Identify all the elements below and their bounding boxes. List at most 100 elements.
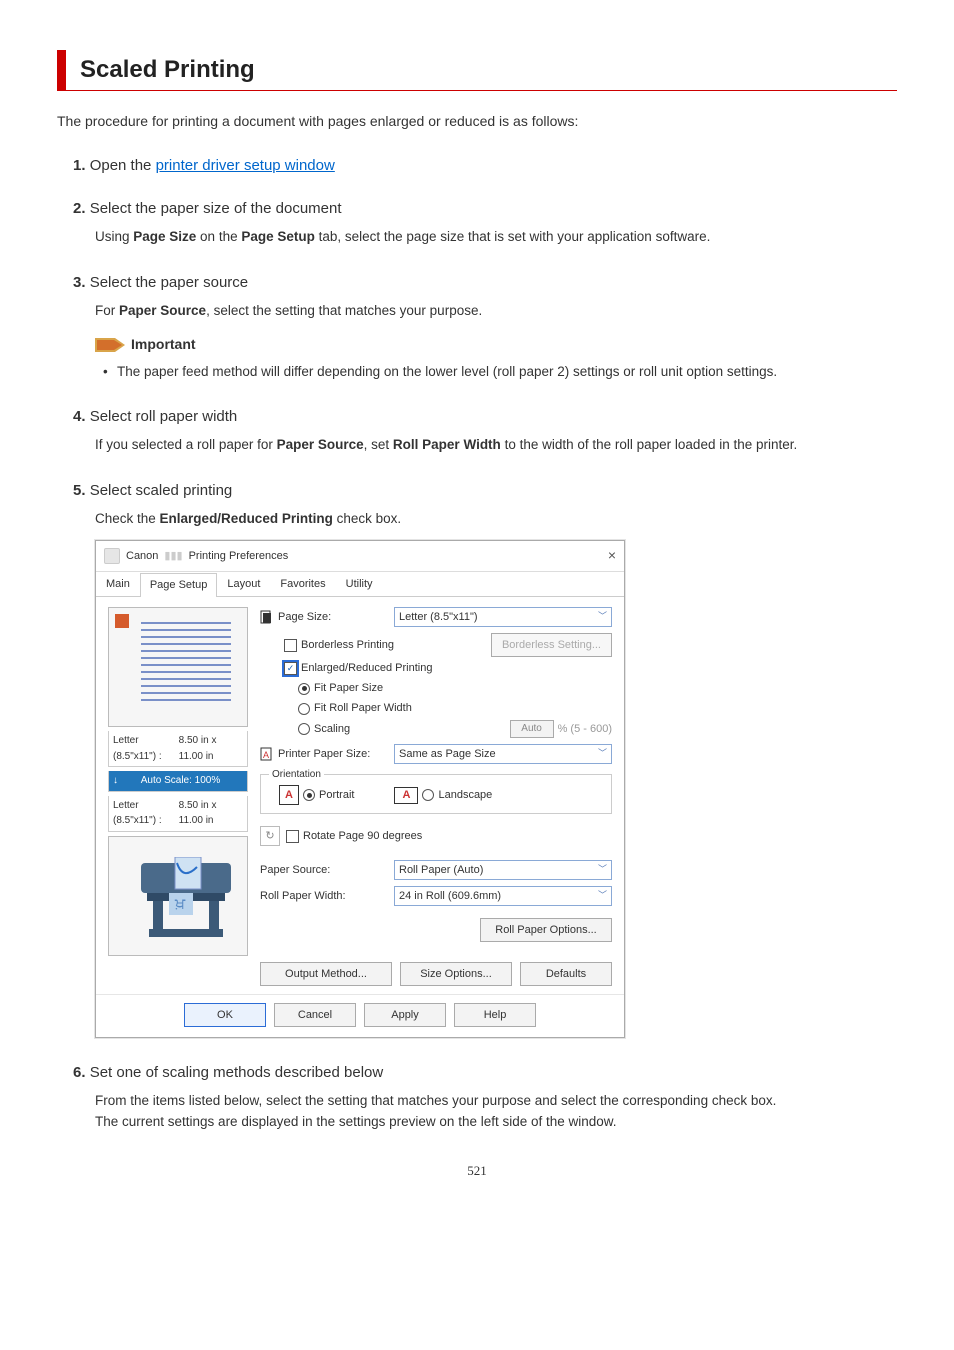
tab-layout[interactable]: Layout bbox=[217, 572, 270, 596]
rotate-90-checkbox[interactable]: Rotate Page 90 degrees bbox=[286, 828, 422, 845]
step-2-body-a: Using bbox=[95, 229, 133, 244]
scaling-radio[interactable]: Scaling Auto % (5 - 600) bbox=[298, 720, 612, 738]
borderless-setting-button: Borderless Setting... bbox=[491, 633, 612, 657]
portrait-radio[interactable]: A Portrait bbox=[279, 785, 354, 805]
important-icon bbox=[95, 337, 125, 352]
page-size-icon bbox=[260, 610, 274, 624]
important-item: The paper feed method will differ depend… bbox=[117, 362, 897, 383]
size-options-button[interactable]: Size Options... bbox=[400, 962, 512, 986]
step-1-num: 1. bbox=[73, 157, 86, 174]
dialog-action-buttons: OK Cancel Apply Help bbox=[96, 994, 624, 1037]
page-number: 521 bbox=[57, 1163, 897, 1179]
fit-roll-width-radio[interactable]: Fit Roll Paper Width bbox=[298, 700, 612, 717]
printer-paper-size-value: Same as Page Size bbox=[399, 746, 496, 763]
step-1: 1. Open the printer driver setup window bbox=[73, 157, 897, 174]
step-5-body-a: Check the bbox=[95, 511, 160, 526]
auto-scale-strip: ↓ Auto Scale: 100% bbox=[108, 771, 248, 792]
printer-paper-size-label: Printer Paper Size: bbox=[278, 746, 370, 763]
rotate-icon: ↻ bbox=[260, 826, 280, 846]
preview-paper1-name: Letter (8.5"x11") : bbox=[113, 733, 179, 764]
orientation-group: Orientation A Portrait A bbox=[260, 774, 612, 814]
chevron-down-icon: ﹀ bbox=[598, 889, 607, 903]
important-label: Important bbox=[131, 334, 196, 356]
page-title: Scaled Printing bbox=[80, 56, 897, 84]
dialog-title: Printing Preferences bbox=[189, 548, 289, 565]
step-3-num: 3. bbox=[73, 274, 86, 291]
step-4: 4. Select roll paper width If you select… bbox=[73, 408, 897, 456]
step-5-body-b: check box. bbox=[333, 511, 401, 526]
step-1-lead: Open the bbox=[90, 157, 156, 174]
step-4-b2: Roll Paper Width bbox=[393, 437, 501, 452]
paper-source-label: Paper Source: bbox=[260, 862, 330, 879]
step-2-body-c: tab, select the page size that is set wi… bbox=[315, 229, 710, 244]
step-6-body-a: From the items listed below, select the … bbox=[95, 1091, 897, 1112]
dialog-brand: Canon bbox=[126, 548, 158, 565]
important-box: Important The paper feed method will dif… bbox=[95, 334, 897, 383]
app-icon bbox=[104, 548, 120, 564]
close-icon[interactable]: × bbox=[608, 545, 616, 567]
intro-text: The procedure for printing a document wi… bbox=[57, 113, 897, 129]
landscape-label: Landscape bbox=[438, 787, 492, 804]
page-size-value: Letter (8.5"x11") bbox=[399, 609, 478, 626]
step-4-num: 4. bbox=[73, 408, 86, 425]
fit-paper-label: Fit Paper Size bbox=[314, 680, 383, 697]
help-button[interactable]: Help bbox=[454, 1003, 536, 1027]
preview-paper2-name: Letter (8.5"x11") : bbox=[113, 798, 179, 829]
step-6: 6. Set one of scaling methods described … bbox=[73, 1064, 897, 1133]
printer-icon: ਖ਼ bbox=[135, 857, 241, 943]
tab-utility[interactable]: Utility bbox=[336, 572, 383, 596]
step-5-b1: Enlarged/Reduced Printing bbox=[160, 511, 333, 526]
preview-column: Letter (8.5"x11") : 8.50 in x 11.00 in ↓… bbox=[108, 607, 248, 986]
paper-source-select[interactable]: Roll Paper (Auto) ﹀ bbox=[394, 860, 612, 880]
step-5-num: 5. bbox=[73, 482, 86, 499]
step-2-b1: Page Size bbox=[133, 229, 196, 244]
tab-favorites[interactable]: Favorites bbox=[270, 572, 335, 596]
page-size-select[interactable]: Letter (8.5"x11") ﹀ bbox=[394, 607, 612, 627]
printer-driver-link[interactable]: printer driver setup window bbox=[156, 157, 335, 174]
step-5-head: Select scaled printing bbox=[90, 482, 233, 499]
scaling-label: Scaling bbox=[314, 721, 350, 738]
scaling-spinner: Auto bbox=[510, 720, 554, 738]
page-preview bbox=[108, 607, 248, 727]
chevron-down-icon: ﹀ bbox=[598, 863, 607, 877]
fit-paper-size-radio[interactable]: Fit Paper Size bbox=[298, 680, 612, 697]
landscape-icon: A bbox=[394, 787, 418, 804]
tab-main[interactable]: Main bbox=[96, 572, 140, 596]
borderless-checkbox[interactable]: Borderless Printing bbox=[284, 637, 394, 654]
dialog-tabs: Main Page Setup Layout Favorites Utility bbox=[96, 572, 624, 597]
step-6-body-b: The current settings are displayed in th… bbox=[95, 1112, 897, 1133]
step-2-head: Select the paper size of the document bbox=[90, 200, 342, 217]
step-4-body-b: , set bbox=[364, 437, 393, 452]
printer-paper-size-select[interactable]: Same as Page Size ﹀ bbox=[394, 744, 612, 764]
tab-page-setup[interactable]: Page Setup bbox=[140, 573, 218, 597]
defaults-button[interactable]: Defaults bbox=[520, 962, 612, 986]
portrait-icon: A bbox=[279, 785, 299, 805]
preview-paper1-dim: 8.50 in x 11.00 in bbox=[179, 733, 243, 764]
borderless-label: Borderless Printing bbox=[301, 637, 394, 654]
chevron-down-icon: ﹀ bbox=[598, 610, 607, 624]
step-5: 5. Select scaled printing Check the Enla… bbox=[73, 482, 897, 1038]
svg-text:A: A bbox=[263, 750, 269, 760]
step-3-b1: Paper Source bbox=[119, 303, 206, 318]
chevron-down-icon: ﹀ bbox=[598, 747, 607, 761]
landscape-radio[interactable]: A Landscape bbox=[394, 787, 492, 804]
output-method-button[interactable]: Output Method... bbox=[260, 962, 392, 986]
roll-paper-width-label: Roll Paper Width: bbox=[260, 888, 346, 905]
preview-paper2-info: Letter (8.5"x11") : 8.50 in x 11.00 in bbox=[108, 796, 248, 832]
step-2-num: 2. bbox=[73, 200, 86, 217]
apply-button[interactable]: Apply bbox=[364, 1003, 446, 1027]
ok-button[interactable]: OK bbox=[184, 1003, 266, 1027]
preview-paper2-dim: 8.50 in x 11.00 in bbox=[179, 798, 243, 829]
step-4-body-c: to the width of the roll paper loaded in… bbox=[501, 437, 797, 452]
cancel-button[interactable]: Cancel bbox=[274, 1003, 356, 1027]
step-4-b1: Paper Source bbox=[277, 437, 364, 452]
orientation-label: Orientation bbox=[269, 767, 324, 783]
dialog-titlebar: Canon ▮▮▮ Printing Preferences × bbox=[96, 541, 624, 572]
roll-paper-width-select[interactable]: 24 in Roll (609.6mm) ﹀ bbox=[394, 886, 612, 906]
roll-paper-options-button[interactable]: Roll Paper Options... bbox=[480, 918, 612, 942]
enlarged-reduced-checkbox[interactable]: ✓ Enlarged/Reduced Printing bbox=[284, 660, 612, 677]
printing-preferences-dialog: Canon ▮▮▮ Printing Preferences × Main Pa… bbox=[95, 540, 625, 1038]
page-title-block: Scaled Printing bbox=[57, 50, 897, 91]
enlarged-reduced-label: Enlarged/Reduced Printing bbox=[301, 660, 432, 677]
steps-list: 1. Open the printer driver setup window … bbox=[57, 157, 897, 1133]
